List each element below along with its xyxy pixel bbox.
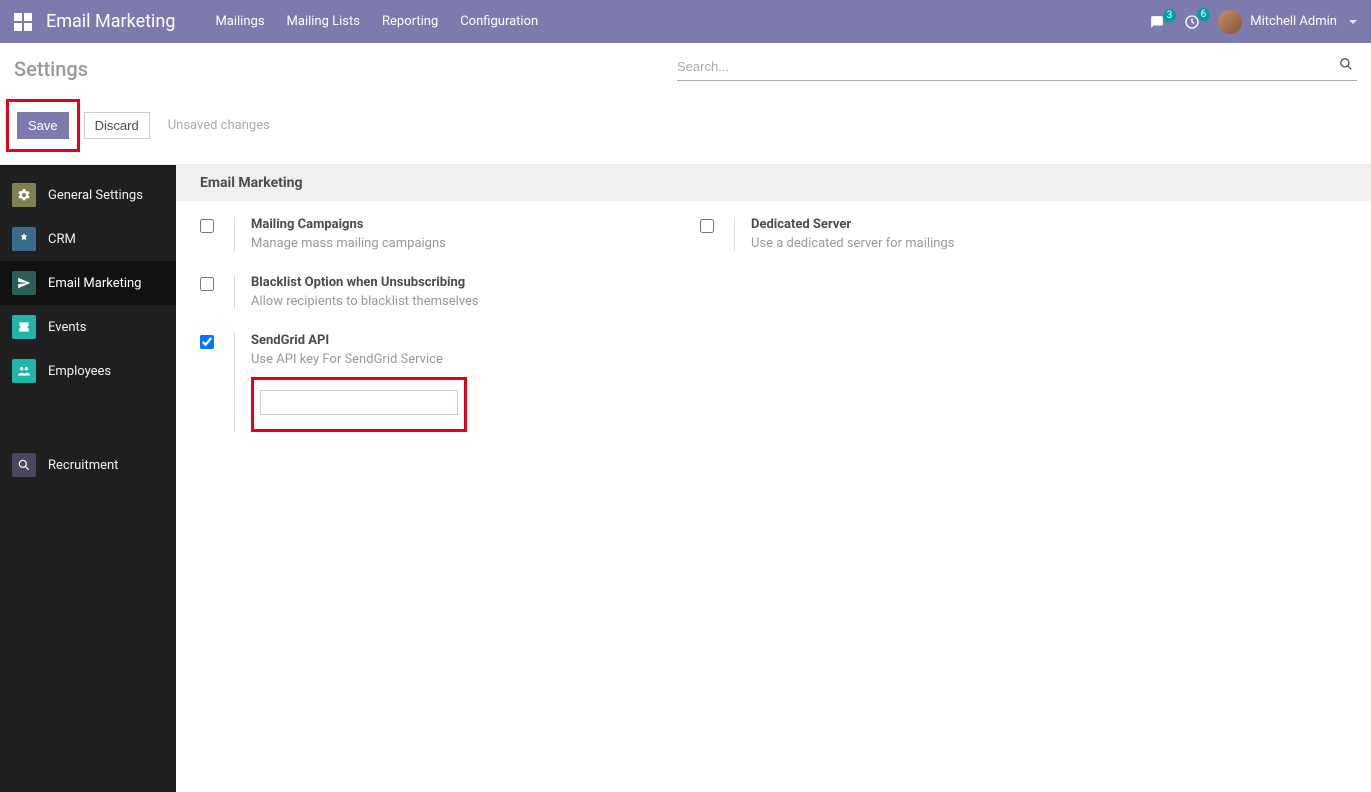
setting-dedicated-server: Dedicated Server Use a dedicated server … [700,217,1140,251]
save-highlight: Save [6,99,80,152]
top-menu: Mailings Mailing Lists Reporting Configu… [215,14,538,29]
setting-desc: Use a dedicated server for mailings [751,236,954,251]
sidebar-item-employees[interactable]: Employees [0,349,176,393]
page-title: Settings [14,53,88,81]
search-input[interactable] [677,53,1357,81]
mailing-campaigns-checkbox[interactable] [200,219,214,233]
sidebar-item-label: Events [48,320,86,335]
top-nav: Email Marketing Mailings Mailing Lists R… [0,0,1371,43]
sidebar-item-general-settings[interactable]: General Settings [0,173,176,217]
setting-desc: Use API key For SendGrid Service [251,352,467,367]
user-menu[interactable]: Mitchell Admin [1218,10,1357,34]
sidebar-item-events[interactable]: Events [0,305,176,349]
handshake-icon [12,227,36,251]
sidebar-item-label: Employees [48,364,111,379]
gear-icon [12,183,36,207]
search-wrap [677,53,1357,81]
menu-reporting[interactable]: Reporting [382,14,438,29]
apps-icon[interactable] [14,13,32,31]
app-brand[interactable]: Email Marketing [46,11,175,32]
sidebar-item-label: Recruitment [48,458,118,473]
setting-sendgrid: SendGrid API Use API key For SendGrid Se… [200,333,640,432]
chevron-down-icon [1349,20,1357,24]
user-name-label: Mitchell Admin [1250,14,1337,29]
setting-label: SendGrid API [251,333,467,348]
section-header: Email Marketing [176,165,1371,201]
sidebar-item-label: Email Marketing [48,276,141,291]
setting-desc: Manage mass mailing campaigns [251,236,446,251]
messages-button[interactable]: 3 [1148,15,1166,29]
menu-mailing-lists[interactable]: Mailing Lists [287,14,360,29]
ticket-icon [12,315,36,339]
sendgrid-input-highlight [251,377,467,432]
setting-label: Dedicated Server [751,217,954,232]
menu-configuration[interactable]: Configuration [460,14,538,29]
setting-desc: Allow recipients to blacklist themselves [251,294,479,309]
blacklist-checkbox[interactable] [200,277,214,291]
sidebar-item-label: General Settings [48,188,143,203]
setting-label: Blacklist Option when Unsubscribing [251,275,479,290]
messages-badge: 3 [1163,9,1177,22]
settings-sidebar: General Settings CRM Email Marketing Eve… [0,165,176,792]
sidebar-item-crm[interactable]: CRM [0,217,176,261]
sidebar-item-label: CRM [48,232,76,247]
status-text: Unsaved changes [168,118,270,133]
control-panel: Settings Save Discard Unsaved changes [0,43,1371,165]
discard-button[interactable]: Discard [84,112,150,139]
sendgrid-checkbox[interactable] [200,335,214,349]
setting-mailing-campaigns: Mailing Campaigns Manage mass mailing ca… [200,217,640,251]
sidebar-item-recruitment[interactable]: Recruitment [0,443,176,487]
paper-plane-icon [12,271,36,295]
sendgrid-api-key-input[interactable] [260,390,458,415]
activities-badge: 6 [1197,8,1211,21]
setting-blacklist: Blacklist Option when Unsubscribing Allo… [200,275,640,309]
setting-label: Mailing Campaigns [251,217,446,232]
magnify-user-icon [12,453,36,477]
menu-mailings[interactable]: Mailings [215,14,264,29]
dedicated-server-checkbox[interactable] [700,219,714,233]
save-button[interactable]: Save [17,112,69,139]
avatar [1218,10,1242,34]
search-icon[interactable] [1339,57,1353,71]
settings-content: Email Marketing Mailing Campaigns Manage… [176,165,1371,792]
activities-button[interactable]: 6 [1184,14,1200,30]
users-icon [12,359,36,383]
sidebar-item-email-marketing[interactable]: Email Marketing [0,261,176,305]
